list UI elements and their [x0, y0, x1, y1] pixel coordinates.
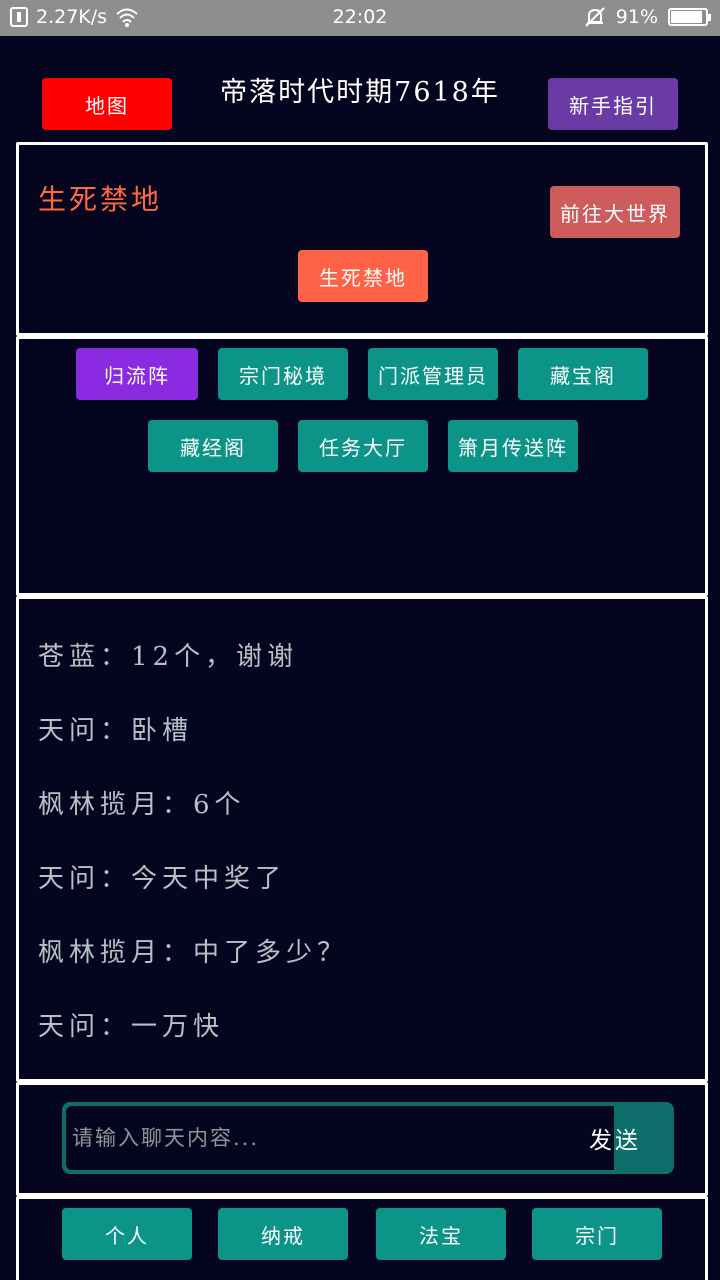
status-bar: 2.27K/s 22:02 91% [0, 0, 720, 36]
page-title: 帝落时代时期7618年 [220, 77, 500, 108]
place-teleport-array-button[interactable]: 箫月传送阵 [448, 420, 578, 472]
chat-message: 天问：今天中奖了 [38, 864, 287, 894]
place-guiliuzhen-button[interactable]: 归流阵 [76, 348, 198, 400]
send-button[interactable]: 发送 [556, 1102, 674, 1174]
chat-message: 苍蓝：12个，谢谢 [38, 642, 299, 672]
chat-message: 枫林揽月：6个 [38, 790, 246, 820]
place-sect-realm-button[interactable]: 宗门秘境 [218, 348, 348, 400]
location-name: 生死禁地 [38, 183, 163, 216]
nav-personal-button[interactable]: 个人 [62, 1208, 192, 1260]
location-panel [16, 142, 708, 336]
place-button[interactable]: 生死禁地 [298, 250, 428, 302]
guide-button[interactable]: 新手指引 [548, 78, 678, 130]
battery-percent: 91% [615, 6, 658, 28]
chat-message: 枫林揽月：中了多少？ [38, 938, 349, 968]
place-scripture-pavilion-button[interactable]: 藏经阁 [148, 420, 278, 472]
nav-artifact-button[interactable]: 法宝 [376, 1208, 506, 1260]
battery-fill [671, 11, 702, 23]
chat-input[interactable] [66, 1106, 614, 1170]
nav-sect-button[interactable]: 宗门 [532, 1208, 662, 1260]
chat-message: 天问：卧槽 [38, 716, 194, 746]
nav-ring-button[interactable]: 纳戒 [218, 1208, 348, 1260]
map-button[interactable]: 地图 [42, 78, 172, 130]
place-treasure-pavilion-button[interactable]: 藏宝阁 [518, 348, 648, 400]
bell-muted-icon [585, 7, 605, 27]
status-bar-right: 91% [584, 6, 711, 28]
go-world-button[interactable]: 前往大世界 [550, 186, 680, 238]
chat-message: 天问：一万快 [38, 1012, 225, 1042]
place-sect-admin-button[interactable]: 门派管理员 [368, 348, 498, 400]
place-task-hall-button[interactable]: 任务大厅 [298, 420, 428, 472]
chat-input-container: 发送 [62, 1102, 674, 1174]
battery-icon [668, 8, 711, 26]
